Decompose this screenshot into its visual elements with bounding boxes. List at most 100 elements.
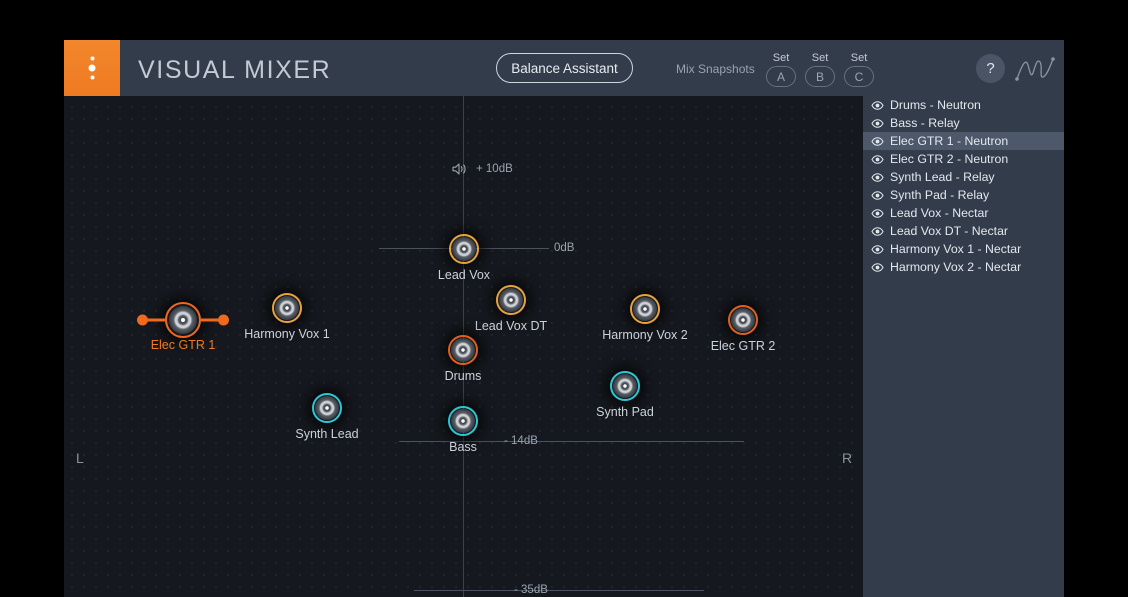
eye-icon[interactable] [871, 135, 884, 148]
izotope-squiggle-icon[interactable] [1015, 56, 1055, 82]
pan-left-label: L [76, 450, 84, 466]
eye-icon[interactable] [871, 225, 884, 238]
mixer-canvas[interactable]: + 10dB 0dB - 14dB - 35dB L R Lead Vox Lea… [64, 96, 863, 597]
node-ball[interactable] [312, 393, 342, 423]
node-ball[interactable] [728, 305, 758, 335]
node-label: Elec GTR 2 [711, 339, 776, 353]
mixer-node-drums[interactable]: Drums [448, 335, 478, 365]
node-ring [272, 293, 302, 323]
track-name: Harmony Vox 1 - Nectar [890, 242, 1021, 256]
eye-icon[interactable] [871, 153, 884, 166]
track-row[interactable]: Lead Vox - Nectar [863, 204, 1064, 222]
db-label-35: - 35dB [514, 584, 548, 596]
track-row[interactable]: Elec GTR 2 - Neutron [863, 150, 1064, 168]
width-handle-left[interactable] [137, 315, 148, 326]
set-label-c[interactable]: Set [839, 52, 879, 64]
eye-icon[interactable] [871, 189, 884, 202]
width-bar-left [145, 319, 165, 322]
logo-button[interactable] [64, 40, 120, 96]
node-label: Drums [445, 369, 482, 383]
mixer-node-elec-gtr-1[interactable]: Elec GTR 1 [165, 302, 201, 338]
track-name: Harmony Vox 2 - Nectar [890, 260, 1021, 274]
mixer-node-harmony-vox-1[interactable]: Harmony Vox 1 [272, 293, 302, 323]
track-name: Synth Pad - Relay [890, 188, 989, 202]
track-row[interactable]: Synth Lead - Relay [863, 168, 1064, 186]
track-row[interactable]: Bass - Relay [863, 114, 1064, 132]
track-name: Bass - Relay [890, 116, 960, 130]
snapshot-slot-c[interactable]: Set C [839, 52, 879, 87]
eye-icon[interactable] [871, 171, 884, 184]
track-row[interactable]: Elec GTR 1 - Neutron [863, 132, 1064, 150]
node-ball[interactable] [449, 234, 479, 264]
track-list: Drums - Neutron Bass - Relay Elec GTR 1 - … [863, 96, 1064, 276]
track-name: Synth Lead - Relay [890, 170, 995, 184]
node-ring [728, 305, 758, 335]
page-title: VISUAL MIXER [138, 56, 331, 85]
track-row[interactable]: Harmony Vox 2 - Nectar [863, 258, 1064, 276]
node-ring [312, 393, 342, 423]
node-label: Lead Vox [438, 268, 490, 282]
balance-assistant-button[interactable]: Balance Assistant [496, 53, 633, 83]
node-ball[interactable] [448, 335, 478, 365]
eye-icon[interactable] [871, 117, 884, 130]
node-ring [449, 234, 479, 264]
track-list-sidebar[interactable]: Drums - Neutron Bass - Relay Elec GTR 1 - … [863, 96, 1064, 597]
track-row[interactable]: Lead Vox DT - Nectar [863, 222, 1064, 240]
visual-mixer-window: VISUAL MIXER Balance Assistant Mix Snaps… [64, 40, 1064, 597]
node-label: Synth Lead [295, 427, 358, 441]
node-ring [165, 302, 201, 338]
track-name: Elec GTR 1 - Neutron [890, 134, 1008, 148]
mixer-node-lead-vox-dt[interactable]: Lead Vox DT [496, 285, 526, 315]
node-ring [496, 285, 526, 315]
track-name: Drums - Neutron [890, 98, 981, 112]
mix-snapshots-label: Mix Snapshots [676, 62, 755, 76]
mixer-node-synth-pad[interactable]: Synth Pad [610, 371, 640, 401]
gridline-35db [414, 590, 704, 591]
pan-right-label: R [842, 450, 852, 466]
node-label: Synth Pad [596, 405, 654, 419]
node-ball[interactable] [496, 285, 526, 315]
node-label: Bass [449, 440, 477, 454]
set-label-a[interactable]: Set [761, 52, 801, 64]
eye-icon[interactable] [871, 207, 884, 220]
node-ring [610, 371, 640, 401]
node-label: Harmony Vox 2 [602, 328, 687, 342]
snapshot-slot-b[interactable]: Set B [800, 52, 840, 87]
node-ring [630, 294, 660, 324]
track-row[interactable]: Harmony Vox 1 - Nectar [863, 240, 1064, 258]
set-label-b[interactable]: Set [800, 52, 840, 64]
track-row[interactable]: Synth Pad - Relay [863, 186, 1064, 204]
kebab-dots-icon [89, 57, 96, 80]
eye-icon[interactable] [871, 243, 884, 256]
node-ball[interactable] [272, 293, 302, 323]
track-name: Lead Vox - Nectar [890, 206, 988, 220]
snapshot-slot-a[interactable]: Set A [761, 52, 801, 87]
snapshot-button-c[interactable]: C [844, 66, 874, 87]
speaker-volume-icon [452, 162, 468, 176]
node-ring [448, 335, 478, 365]
top-db-label: + 10dB [476, 163, 513, 175]
question-mark-icon[interactable]: ? [976, 54, 1005, 83]
snapshot-button-a[interactable]: A [766, 66, 796, 87]
mixer-node-bass[interactable]: Bass [448, 406, 478, 436]
mixer-node-harmony-vox-2[interactable]: Harmony Vox 2 [630, 294, 660, 324]
node-ball[interactable] [610, 371, 640, 401]
node-ball[interactable] [165, 302, 201, 338]
width-handle-right[interactable] [218, 315, 229, 326]
mixer-node-elec-gtr-2[interactable]: Elec GTR 2 [728, 305, 758, 335]
node-label: Harmony Vox 1 [244, 327, 329, 341]
node-label: Lead Vox DT [475, 319, 547, 333]
track-name: Lead Vox DT - Nectar [890, 224, 1008, 238]
snapshot-button-b[interactable]: B [805, 66, 835, 87]
node-ring [448, 406, 478, 436]
eye-icon[interactable] [871, 261, 884, 274]
mixer-node-synth-lead[interactable]: Synth Lead [312, 393, 342, 423]
track-row[interactable]: Drums - Neutron [863, 96, 1064, 114]
node-ball[interactable] [630, 294, 660, 324]
eye-icon[interactable] [871, 99, 884, 112]
node-ball[interactable] [448, 406, 478, 436]
mixer-node-lead-vox[interactable]: Lead Vox [449, 234, 479, 264]
track-name: Elec GTR 2 - Neutron [890, 152, 1008, 166]
db-label-0: 0dB [554, 242, 574, 254]
db-label-14: - 14dB [504, 435, 538, 447]
